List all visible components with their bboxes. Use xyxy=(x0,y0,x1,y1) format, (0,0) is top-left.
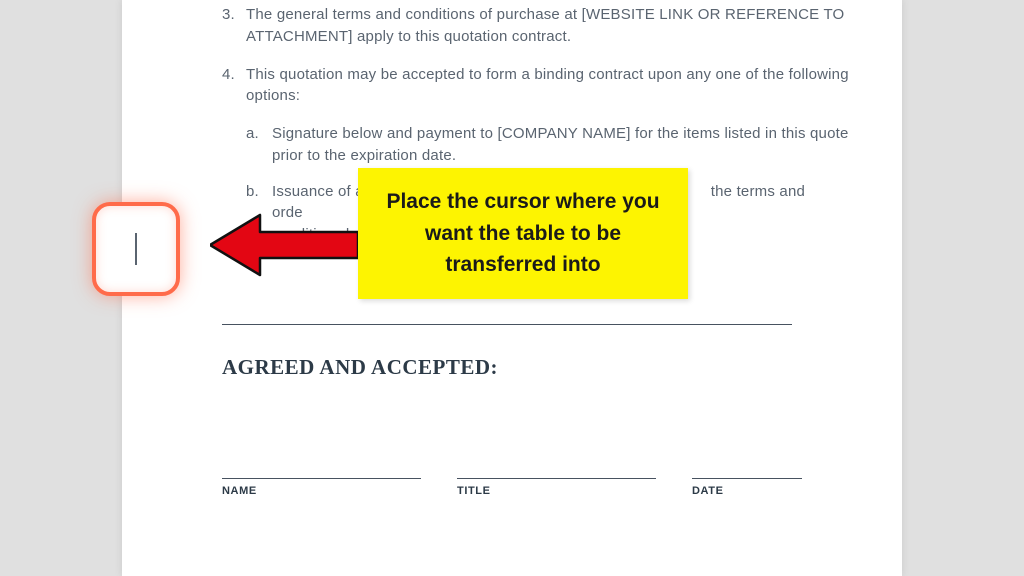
sub-letter: a. xyxy=(246,123,272,167)
document-page[interactable]: 3. The general terms and conditions of p… xyxy=(122,0,902,576)
agreed-heading: AGREED AND ACCEPTED: xyxy=(222,355,862,380)
list-text: This quotation may be accepted to form a… xyxy=(246,64,862,108)
signature-label-date: DATE xyxy=(692,478,802,497)
signature-date-field[interactable]: DATE xyxy=(692,478,802,497)
sub-text: Signature below and payment to [COMPANY … xyxy=(272,123,862,167)
section-divider xyxy=(222,324,792,325)
list-item-4: 4. This quotation may be accepted to for… xyxy=(218,64,862,108)
list-number: 4. xyxy=(218,64,246,108)
signature-row: NAME TITLE DATE xyxy=(222,478,802,497)
signature-label-title: TITLE xyxy=(457,478,656,497)
signature-title-field[interactable]: TITLE xyxy=(457,478,656,497)
instruction-callout: Place the cursor where you want the tabl… xyxy=(358,168,688,299)
arrow-icon xyxy=(210,210,360,280)
signature-name-field[interactable]: NAME xyxy=(222,478,421,497)
list-item-3: 3. The general terms and conditions of p… xyxy=(218,4,862,48)
cursor-highlight-box xyxy=(92,202,180,296)
text-cursor-icon[interactable] xyxy=(135,233,137,265)
list-number: 3. xyxy=(218,4,246,48)
sub-item-a: a. Signature below and payment to [COMPA… xyxy=(246,123,862,167)
signature-label-name: NAME xyxy=(222,478,421,497)
list-text: The general terms and conditions of purc… xyxy=(246,4,862,48)
